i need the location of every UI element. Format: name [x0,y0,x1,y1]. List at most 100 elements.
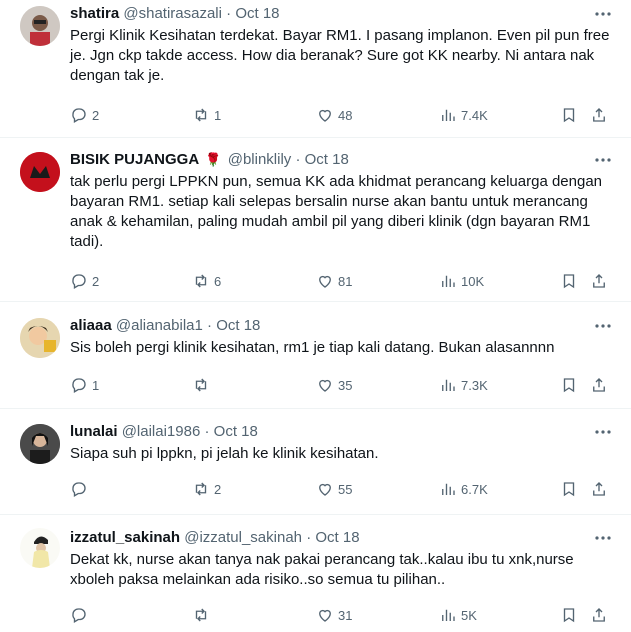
tweet[interactable]: aliaaa @alianabila1 · Oct 18 Sis boleh p… [0,312,631,409]
like-button[interactable]: 48 [316,104,352,126]
timestamp[interactable]: Oct 18 [216,317,260,334]
repost-button[interactable] [192,374,214,396]
like-button[interactable]: 81 [316,270,352,292]
reply-button[interactable]: 1 [70,374,99,396]
more-icon[interactable] [593,530,613,546]
bookmark-button[interactable] [560,104,578,126]
view-count: 5K [461,607,477,623]
views-button[interactable]: 7.3K [439,374,488,396]
repost-button[interactable]: 6 [192,270,221,292]
tweet-text: tak perlu pergi LPPKN pun, semua KK ada … [70,173,603,250]
separator-dot: · [204,423,210,440]
tweet-text: Siapa suh pi lppkn, pi jelah ke klinik k… [70,445,379,462]
reply-button[interactable]: 2 [70,270,99,292]
views-icon [442,483,455,495]
avatar[interactable] [20,424,60,464]
repost-button[interactable] [192,604,214,626]
display-name[interactable]: BISIK PUJANGGA [70,151,199,168]
more-icon[interactable] [593,152,613,168]
timestamp[interactable]: Oct 18 [235,5,279,22]
reply-icon [72,608,86,623]
repost-icon [195,608,207,622]
timestamp[interactable]: Oct 18 [315,529,359,546]
reply-button[interactable] [70,604,92,626]
more-icon[interactable] [593,318,613,334]
views-icon [442,609,455,621]
share-button[interactable] [590,604,608,626]
handle[interactable]: @lailai1986 [122,423,201,440]
repost-button[interactable]: 1 [192,104,221,126]
like-button[interactable]: 35 [316,374,352,396]
views-button[interactable]: 5K [439,604,477,626]
display-name[interactable]: shatira [70,5,119,22]
share-button[interactable] [590,104,608,126]
reply-button[interactable]: 2 [70,104,99,126]
rose-emoji: 🌹 [205,152,222,167]
reply-count: 2 [92,273,100,289]
bookmark-button[interactable] [560,270,578,292]
bookmark-icon [563,108,575,123]
separator-dot: · [295,151,301,168]
like-count: 35 [338,377,353,393]
views-button[interactable]: 10K [439,270,484,292]
view-count: 7.3K [461,377,488,393]
action-bar: 1 35 7.3K [70,374,618,396]
bookmark-button[interactable] [560,478,578,500]
reply-count: 2 [92,107,100,123]
views-button[interactable]: 7.4K [439,104,488,126]
like-icon [319,109,331,122]
handle[interactable]: @izzatul_sakinah [184,529,302,546]
like-icon [319,483,331,496]
avatar[interactable] [20,528,60,568]
repost-icon [195,274,207,288]
handle[interactable]: @blinklily [228,151,292,168]
display-name[interactable]: lunalai [70,423,118,440]
tweet[interactable]: izzatul_sakinah @izzatul_sakinah · Oct 1… [0,524,631,632]
handle[interactable]: @alianabila1 [116,317,203,334]
like-count: 48 [338,107,353,123]
share-icon [593,608,605,622]
tweet[interactable]: lunalai @lailai1986 · Oct 18 Siapa suh p… [0,418,631,515]
bookmark-button[interactable] [560,374,578,396]
tweet-header: shatira @shatirasazali · Oct 18 [70,4,280,24]
tweet[interactable]: shatira @shatirasazali · Oct 18 Pergi Kl… [0,0,631,138]
reply-count: 1 [92,377,100,393]
views-button[interactable]: 6.7K [439,478,488,500]
more-icon[interactable] [593,424,613,440]
action-bar: 2 55 6.7K [70,478,618,500]
more-icon[interactable] [593,6,613,22]
reply-icon [72,378,86,393]
like-button[interactable]: 31 [316,604,352,626]
reply-icon [72,274,86,289]
action-bar: 2 1 48 7.4K [70,104,618,126]
repost-button[interactable]: 2 [192,478,221,500]
tweet-header: aliaaa @alianabila1 · Oct 18 [70,316,260,336]
reply-button[interactable] [70,478,92,500]
repost-icon [195,482,207,496]
reply-icon [72,108,86,123]
timestamp[interactable]: Oct 18 [305,151,349,168]
bookmark-icon [563,378,575,393]
avatar[interactable] [20,318,60,358]
avatar[interactable] [20,152,60,192]
avatar[interactable] [20,6,60,46]
display-name[interactable]: aliaaa [70,317,112,334]
timestamp[interactable]: Oct 18 [214,423,258,440]
tweet-text: Dekat kk, nurse akan tanya nak pakai per… [70,551,574,588]
action-bar: 2 6 81 10K [70,270,618,292]
handle[interactable]: @shatirasazali [123,5,222,22]
views-icon [442,109,455,121]
tweet-header: lunalai @lailai1986 · Oct 18 [70,422,258,442]
share-button[interactable] [590,270,608,292]
share-button[interactable] [590,374,608,396]
like-count: 55 [338,481,353,497]
share-icon [593,482,605,496]
bookmark-icon [563,482,575,497]
tweet[interactable]: BISIK PUJANGGA 🌹 @blinklily · Oct 18 tak… [0,146,631,302]
bookmark-button[interactable] [560,604,578,626]
like-button[interactable]: 55 [316,478,352,500]
share-icon [593,274,605,288]
repost-icon [195,378,207,392]
display-name[interactable]: izzatul_sakinah [70,529,180,546]
share-button[interactable] [590,478,608,500]
